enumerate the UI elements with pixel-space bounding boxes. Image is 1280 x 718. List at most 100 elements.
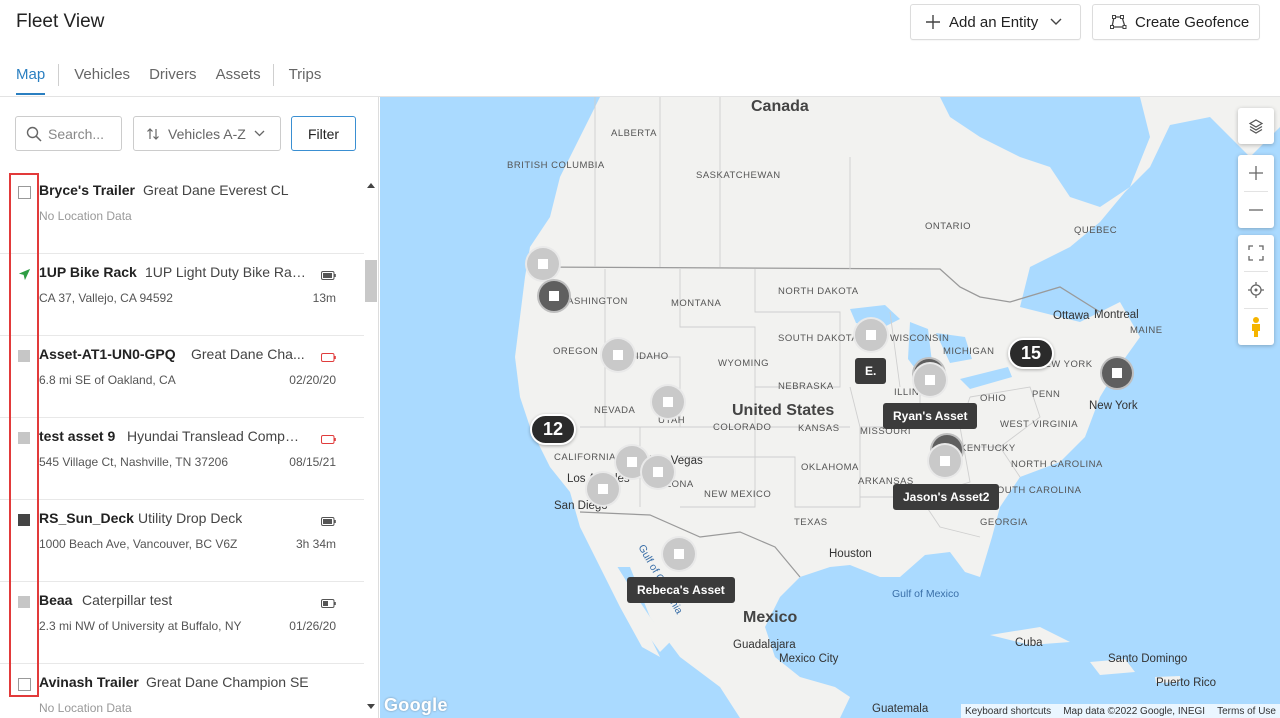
map-label-region: OHIO (980, 393, 1007, 404)
list-item[interactable]: test asset 9 Hyundai Translead Compo... 54… (0, 418, 364, 500)
list-item[interactable]: 1UP Bike Rack 1UP Light Duty Bike Rac... C… (0, 254, 364, 336)
asset-marker[interactable] (912, 362, 948, 398)
sort-dropdown[interactable]: Vehicles A-Z (133, 116, 281, 151)
tab-divider (58, 64, 60, 86)
asset-marker[interactable] (927, 443, 963, 479)
map-label-city: Montreal (1094, 309, 1139, 321)
map-label-region: WEST VIRGINIA (1000, 419, 1079, 430)
asset-marker[interactable] (585, 471, 621, 507)
map-zoom-control[interactable] (1238, 155, 1274, 228)
map-label-city: Mexico City (779, 653, 839, 665)
scroll-up-arrow-icon[interactable] (367, 175, 375, 193)
filter-button[interactable]: Filter (291, 116, 356, 151)
map-label-region: OKLAHOMA (801, 462, 859, 473)
map-label-mexico: Mexico (743, 609, 798, 626)
map-label-region: MAINE (1130, 325, 1163, 336)
entity-type: Great Dane Champion SE (146, 674, 309, 690)
sidebar: Vehicles A-Z Filter Bryce's Trailer Great… (0, 97, 379, 718)
last-seen-time: 02/20/20 (289, 373, 336, 387)
tab-assets[interactable]: Assets (216, 58, 261, 96)
entity-type: 1UP Light Duty Bike Rac... (145, 264, 310, 280)
battery-half-icon (321, 595, 336, 608)
list-item[interactable]: Avinash Trailer Great Dane Champion SE No … (0, 664, 364, 718)
keyboard-shortcuts-link[interactable]: Keyboard shortcuts (965, 706, 1051, 717)
last-seen-time: 01/26/20 (289, 619, 336, 633)
my-location-icon[interactable] (1238, 272, 1274, 308)
tab-map[interactable]: Map (16, 58, 46, 96)
scroll-thumb[interactable] (365, 260, 377, 302)
list-item[interactable]: Asset-AT1-UN0-GPQ Great Dane Cha... 6.8 mi… (0, 336, 364, 418)
status-checkbox[interactable] (18, 186, 31, 199)
add-entity-button[interactable]: Add an Entity (910, 4, 1081, 40)
layers-icon[interactable] (1238, 108, 1274, 144)
entity-name: RS_Sun_Deck (39, 510, 134, 526)
last-seen-time: 08/15/21 (289, 455, 336, 469)
search-box[interactable] (15, 116, 122, 151)
tab-vehicles[interactable]: Vehicles (74, 58, 130, 96)
map-label-region: QUEBEC (1074, 225, 1118, 236)
asset-label: Jason's Asset2 (893, 484, 1000, 510)
map-label-city: Ottawa (1053, 310, 1090, 322)
status-indicator[interactable] (18, 596, 30, 608)
map-layers-control[interactable] (1238, 108, 1274, 144)
entity-list: Bryce's Trailer Great Dane Everest CL No L… (0, 172, 364, 718)
map-label-united-states: United States (732, 402, 835, 419)
status-checkbox[interactable] (18, 678, 31, 691)
tab-trips[interactable]: Trips (289, 58, 322, 96)
asset-marker[interactable] (1100, 356, 1134, 390)
zoom-in-icon[interactable] (1238, 155, 1274, 191)
entity-location: 6.8 mi SE of Oakland, CA (39, 373, 176, 387)
map-label-canada: Canada (751, 98, 809, 115)
asset-label: E. (855, 358, 887, 384)
chevron-down-icon (1050, 18, 1062, 26)
asset-marker[interactable] (661, 536, 697, 572)
entity-location: 545 Village Ct, Nashville, TN 37206 (39, 455, 228, 469)
map-attribution: Keyboard shortcuts Map data ©2022 Google… (961, 704, 1280, 718)
asset-marker[interactable] (525, 246, 561, 282)
map-label-city: Cuba (1015, 637, 1043, 649)
map-label-city: New York (1089, 400, 1138, 412)
map-label-region: NEW MEXICO (704, 489, 772, 500)
status-indicator[interactable] (18, 350, 30, 362)
map-label-city: Houston (829, 548, 872, 560)
tab-drivers[interactable]: Drivers (149, 58, 197, 96)
asset-marker[interactable] (600, 337, 636, 373)
cluster-marker[interactable]: 15 (1008, 338, 1054, 369)
create-geofence-button[interactable]: Create Geofence (1092, 4, 1260, 40)
map-tools-control[interactable] (1238, 235, 1274, 345)
battery-full-icon (321, 513, 336, 526)
status-indicator[interactable] (18, 432, 30, 444)
scroll-down-arrow-icon[interactable] (367, 697, 375, 715)
entity-name: 1UP Bike Rack (39, 264, 137, 280)
map-label-region: WYOMING (718, 358, 769, 369)
moving-arrow-icon[interactable] (18, 268, 31, 281)
entity-type: Great Dane Cha... (191, 346, 305, 362)
entity-location: 2.3 mi NW of University at Buffalo, NY (39, 619, 242, 633)
battery-full-icon (321, 267, 336, 280)
terms-of-use-link[interactable]: Terms of Use (1217, 706, 1276, 717)
entity-location: No Location Data (39, 701, 132, 715)
asset-marker[interactable] (853, 317, 889, 353)
entity-type: Great Dane Everest CL (143, 182, 289, 198)
asset-marker[interactable] (640, 454, 676, 490)
status-indicator[interactable] (18, 514, 30, 526)
fleet-map[interactable]: Canada United States Mexico ALBERTA BRIT… (380, 97, 1280, 718)
zoom-out-icon[interactable] (1238, 192, 1274, 228)
entity-type: Hyundai Translead Compo... (127, 428, 299, 444)
cluster-marker[interactable]: 12 (530, 414, 576, 445)
entity-location: CA 37, Vallejo, CA 94592 (39, 291, 173, 305)
map-label-region: CALIFORNIA (554, 452, 617, 463)
search-input[interactable] (48, 125, 118, 142)
list-item[interactable]: Bryce's Trailer Great Dane Everest CL No L… (0, 172, 364, 254)
asset-marker[interactable] (650, 384, 686, 420)
map-label-region: NORTH CAROLINA (1011, 459, 1103, 470)
list-scrollbar[interactable] (364, 172, 378, 718)
list-item[interactable]: Beaa Caterpillar test 2.3 mi NW of Univers… (0, 582, 364, 664)
fullscreen-icon[interactable] (1238, 235, 1274, 271)
map-label-region: MONTANA (671, 298, 722, 309)
map-label-region: TEXAS (794, 517, 828, 528)
asset-marker[interactable] (537, 279, 571, 313)
list-item[interactable]: RS_Sun_Deck Utility Drop Deck 1000 Beach A… (0, 500, 364, 582)
map-label-city: Guadalajara (733, 639, 796, 651)
street-view-pegman-icon[interactable] (1238, 309, 1274, 345)
